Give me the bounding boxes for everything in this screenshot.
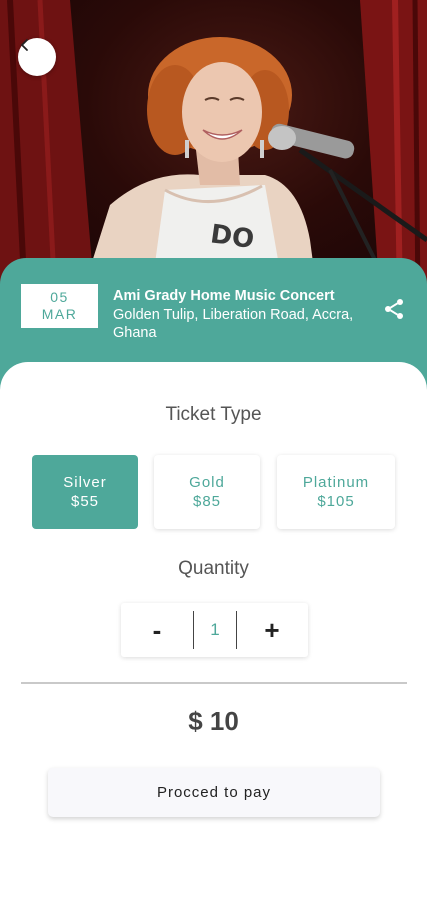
quantity-increase-button[interactable]: + [236,603,308,657]
total-price: $ 10 [188,706,239,736]
quantity-stepper: - 1 + [121,603,308,657]
ticket-price: $85 [192,493,222,510]
chevron-left-icon [21,39,28,51]
event-title: Ami Grady Home Music Concert [113,288,335,304]
proceed-to-pay-button[interactable]: Procced to pay [48,768,380,817]
ticket-option-platinum[interactable]: Platinum $105 [277,455,395,529]
ticket-name: Silver [63,474,107,491]
ticket-option-silver[interactable]: Silver $55 [32,455,138,529]
quantity-value: 1 [193,611,237,649]
event-day: 05 [50,289,69,305]
svg-text:DO: DO [209,219,256,255]
event-date-badge: 05 MAR [21,284,98,328]
ticket-name: Platinum [302,474,370,491]
divider [21,682,407,684]
quantity-decrease-button[interactable]: - [121,603,193,657]
ticket-name: Gold [189,474,225,491]
event-month: MAR [41,306,78,322]
ticket-price: $55 [70,493,100,510]
ticket-price: $105 [317,493,355,510]
booking-card: Ticket Type Silver $55 Gold $85 Platinum… [0,362,427,900]
share-icon[interactable] [382,297,406,321]
back-button[interactable] [18,38,56,76]
quantity-title: Quantity [178,558,249,579]
ticket-option-gold[interactable]: Gold $85 [154,455,260,529]
event-hero-image: DO [0,0,427,300]
ticket-type-title: Ticket Type [165,404,262,425]
event-location: Golden Tulip, Liberation Road, Accra, Gh… [113,307,354,341]
performer-illustration: DO [0,0,427,300]
